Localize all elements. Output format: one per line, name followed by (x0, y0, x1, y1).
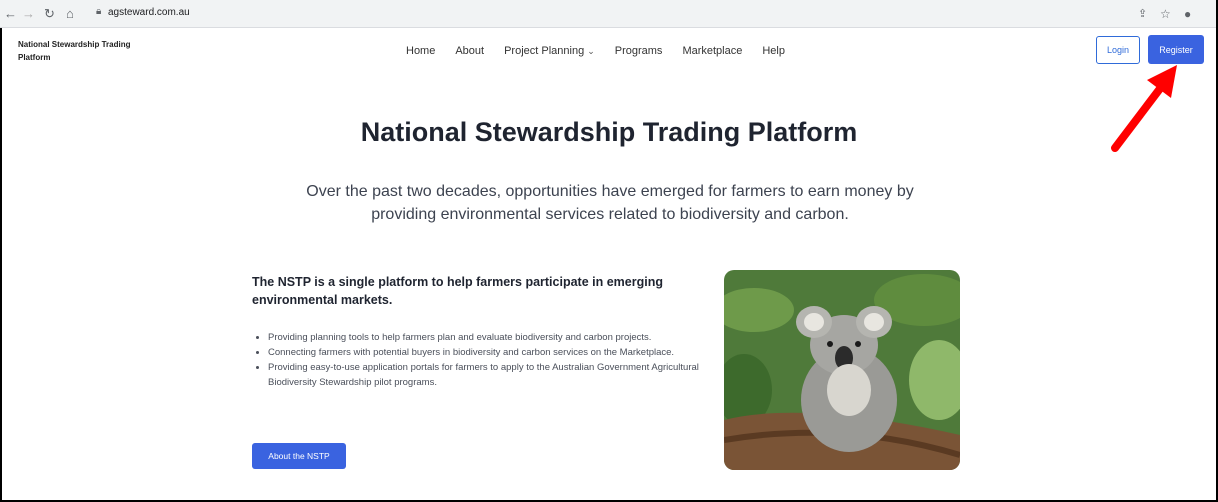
nav-programs[interactable]: Programs (615, 45, 663, 57)
back-icon[interactable]: ← (4, 5, 17, 23)
koala-image (724, 270, 960, 470)
url-text[interactable]: agsteward.com.au (108, 7, 190, 18)
profile-icon[interactable]: ● (1184, 5, 1191, 23)
site-brand[interactable]: National Stewardship Trading Platform (18, 38, 138, 64)
lock-icon[interactable]: 🔒︎ (96, 6, 101, 17)
home-icon[interactable]: ⌂ (66, 5, 74, 23)
forward-icon[interactable]: → (22, 5, 35, 23)
chevron-down-icon: ⌄ (587, 46, 595, 56)
address-bar[interactable] (86, 4, 1106, 24)
list-item: Connecting farmers with potential buyers… (268, 345, 704, 360)
nav-about[interactable]: About (455, 45, 484, 57)
nav-project-planning[interactable]: Project Planning ⌄ (504, 45, 595, 57)
page-subtitle: Over the past two decades, opportunities… (306, 183, 914, 223)
page-title: National Stewardship Trading Platform (360, 117, 858, 147)
nav-help[interactable]: Help (762, 45, 785, 57)
list-item: Providing easy-to-use application portal… (268, 360, 704, 390)
list-item: Providing planning tools to help farmers… (268, 330, 704, 345)
feature-list: Providing planning tools to help farmers… (256, 330, 704, 390)
share-icon[interactable]: ⇪ (1138, 5, 1147, 23)
reload-icon[interactable]: ↻ (44, 5, 55, 23)
nav-home[interactable]: Home (406, 45, 435, 57)
nav-marketplace[interactable]: Marketplace (682, 45, 742, 57)
lead-text: The NSTP is a single platform to help fa… (252, 275, 663, 307)
browser-toolbar: ← → ↻ ⌂ 🔒︎ agsteward.com.au ⇪ ☆ ● (0, 0, 1216, 28)
nav-project-planning-label: Project Planning (504, 45, 585, 57)
screenshot-frame (0, 0, 1218, 502)
main-nav: Home About Project Planning ⌄ Programs Ma… (406, 45, 805, 57)
about-nstp-button[interactable]: About the NSTP (252, 443, 346, 469)
star-icon[interactable]: ☆ (1160, 5, 1171, 23)
